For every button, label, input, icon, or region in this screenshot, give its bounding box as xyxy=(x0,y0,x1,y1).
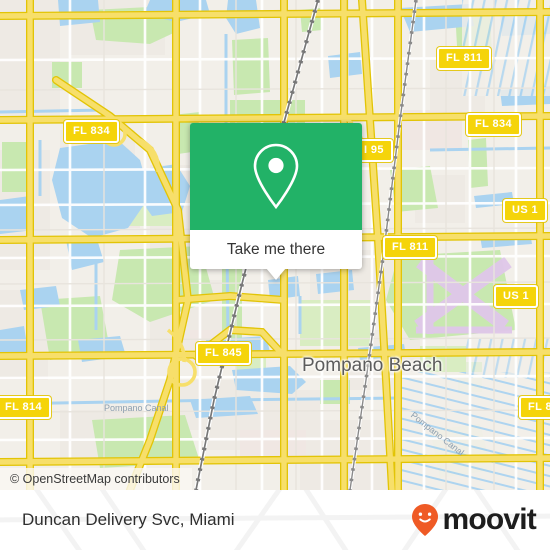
road-shield-us-1-north[interactable]: US 1 xyxy=(503,199,548,222)
destination-popup-card[interactable]: Take me there xyxy=(190,123,362,280)
page-title: Duncan Delivery Svc, Miami xyxy=(22,510,235,529)
place-label-pompano-beach: Pompano Beach xyxy=(302,355,443,376)
osm-attribution[interactable]: © OpenStreetMap contributors xyxy=(0,468,192,490)
footer-bar: Duncan Delivery Svc, Miami moovit xyxy=(0,490,550,550)
osm-attribution-text: © OpenStreetMap contributors xyxy=(10,472,180,486)
take-me-there-label: Take me there xyxy=(226,240,326,258)
popup-pointer-tail xyxy=(266,268,286,280)
moovit-wordmark: moovit xyxy=(442,503,536,536)
popup-action-row[interactable]: Take me there xyxy=(190,230,362,269)
moovit-map-screenshot: Pompano Beach Pompano Canal Pompano Cana… xyxy=(0,0,550,550)
road-shield-fl-811-south[interactable]: FL 811 xyxy=(383,236,438,259)
road-shield-fl-834-west[interactable]: FL 834 xyxy=(64,120,120,143)
road-shield-fl-845[interactable]: FL 845 xyxy=(196,342,252,365)
map-viewport[interactable]: Pompano Beach Pompano Canal Pompano Cana… xyxy=(0,0,550,490)
moovit-smiley-pin-icon xyxy=(412,504,439,536)
water-label-pompano-canal-west: Pompano Canal xyxy=(104,403,169,413)
moovit-logo[interactable]: moovit xyxy=(410,503,537,537)
road-shield-us-1-south[interactable]: US 1 xyxy=(494,285,539,308)
road-shield-fl-814[interactable]: FL 814 xyxy=(0,396,52,419)
popup-header xyxy=(190,123,362,230)
road-shield-fl-811-north[interactable]: FL 811 xyxy=(437,47,492,70)
road-shield-fl-834-east[interactable]: FL 834 xyxy=(466,113,522,136)
location-pin-icon xyxy=(253,143,299,209)
road-shield-fl-8-clipped[interactable]: FL 8 xyxy=(519,396,550,419)
